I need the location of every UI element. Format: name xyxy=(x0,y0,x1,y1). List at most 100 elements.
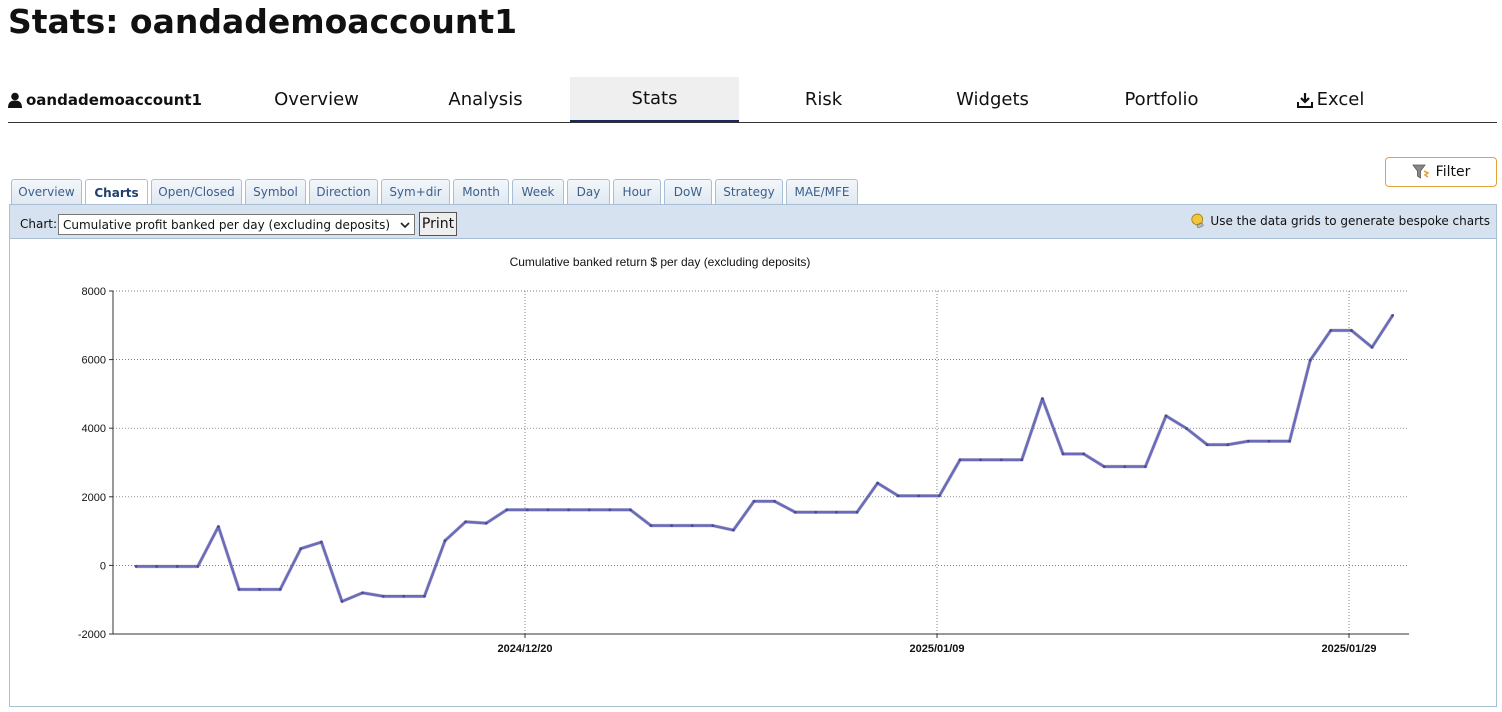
data-point xyxy=(464,520,467,524)
print-button[interactable]: Print xyxy=(419,212,457,236)
subtab-week-label: Week xyxy=(521,185,555,199)
data-point xyxy=(1164,414,1168,418)
subtab-sym-dir[interactable]: Sym+dir xyxy=(381,179,450,204)
bespoke-charts-hint: Use the data grids to generate bespoke c… xyxy=(1189,212,1490,230)
hint-text: Use the data grids to generate bespoke c… xyxy=(1210,214,1490,228)
subtab-open-closed-label: Open/Closed xyxy=(158,185,235,199)
y-tick-label: 4000 xyxy=(82,423,106,435)
data-point xyxy=(1391,313,1394,317)
nav-portfolio-label: Portfolio xyxy=(1124,89,1199,110)
data-point xyxy=(1185,427,1188,430)
data-point xyxy=(1226,443,1230,447)
data-point xyxy=(690,524,694,528)
filter-icon xyxy=(1411,164,1430,179)
data-point xyxy=(999,458,1003,462)
subtab-day-label: Day xyxy=(576,185,601,199)
data-point xyxy=(423,594,426,598)
subtab-overview[interactable]: Overview xyxy=(11,179,82,204)
print-label: Print xyxy=(421,216,455,232)
data-point xyxy=(896,494,900,498)
data-point xyxy=(793,510,797,514)
x-tick-label: 2025/01/09 xyxy=(909,643,964,655)
subtab-strategy-label: Strategy xyxy=(723,185,775,199)
chart-type-select[interactable]: Cumulative profit banked per day (exclud… xyxy=(58,214,415,235)
data-point xyxy=(958,458,962,462)
data-point xyxy=(258,588,261,591)
subtab-day[interactable]: Day xyxy=(567,179,610,204)
page-title: Stats: oandademoaccount1 xyxy=(8,2,518,41)
data-point xyxy=(835,510,838,514)
subtab-symbol[interactable]: Symbol xyxy=(245,179,306,204)
download-icon xyxy=(1296,92,1313,108)
data-point xyxy=(1329,329,1333,332)
nav-widgets-label: Widgets xyxy=(956,89,1029,110)
data-point xyxy=(484,521,488,525)
series-shadow xyxy=(136,314,1395,604)
subtab-direction[interactable]: Direction xyxy=(309,179,378,204)
data-point xyxy=(1061,452,1065,456)
data-point xyxy=(711,524,715,528)
data-point xyxy=(938,494,941,498)
data-point xyxy=(381,594,385,598)
data-point xyxy=(526,508,529,512)
data-point xyxy=(1267,439,1271,443)
subtab-hour[interactable]: Hour xyxy=(613,179,661,204)
subtab-charts-label: Charts xyxy=(94,185,139,200)
data-point xyxy=(649,524,653,528)
data-point xyxy=(320,540,323,544)
subtab-open-closed[interactable]: Open/Closed xyxy=(151,179,242,204)
lightbulb-icon xyxy=(1191,213,1204,229)
nav-overview[interactable]: Overview xyxy=(232,77,401,122)
subtab-week[interactable]: Week xyxy=(512,179,564,204)
data-point xyxy=(1288,439,1291,443)
data-point xyxy=(608,508,612,512)
data-point xyxy=(546,508,550,512)
nav-stats[interactable]: Stats xyxy=(570,77,739,122)
nav-analysis-label: Analysis xyxy=(448,89,523,110)
nav-risk[interactable]: Risk xyxy=(739,77,908,122)
y-tick-label: 8000 xyxy=(82,286,106,298)
data-point xyxy=(155,565,159,568)
nav-analysis[interactable]: Analysis xyxy=(401,77,570,122)
nav-widgets[interactable]: Widgets xyxy=(908,77,1077,122)
data-point xyxy=(340,600,344,603)
data-point xyxy=(1144,465,1147,469)
data-point xyxy=(402,594,406,598)
chart-panel: Chart: Cumulative profit banked per day … xyxy=(9,204,1497,707)
data-point xyxy=(855,510,859,514)
data-point xyxy=(1102,465,1106,469)
subtab-mae-mfe-label: MAE/MFE xyxy=(794,185,850,199)
filter-button[interactable]: Filter xyxy=(1385,157,1497,187)
data-point xyxy=(979,458,982,462)
subtab-direction-label: Direction xyxy=(316,185,371,199)
data-point xyxy=(1370,345,1374,349)
data-point xyxy=(629,508,632,512)
subtab-mae-mfe[interactable]: MAE/MFE xyxy=(786,179,858,204)
nav-stats-label: Stats xyxy=(631,88,678,109)
subtab-strategy[interactable]: Strategy xyxy=(715,179,783,204)
x-tick-label: 2025/01/29 xyxy=(1321,643,1376,655)
data-point xyxy=(752,499,756,503)
data-point xyxy=(1123,465,1127,469)
cumulative-return-chart: Cumulative banked return $ per day (excl… xyxy=(78,255,1409,655)
main-nav: oandademoaccount1 Overview Analysis Stat… xyxy=(8,77,1497,123)
nav-portfolio[interactable]: Portfolio xyxy=(1077,77,1246,122)
chart-toolbar: Chart: Cumulative profit banked per day … xyxy=(10,205,1496,239)
data-point xyxy=(917,494,921,498)
data-point xyxy=(237,588,241,591)
data-point xyxy=(1041,397,1044,401)
data-point xyxy=(1247,439,1250,443)
subtab-month[interactable]: Month xyxy=(453,179,509,204)
nav-excel[interactable]: Excel xyxy=(1246,77,1415,122)
chart-select-value: Cumulative profit banked per day (exclud… xyxy=(63,217,391,232)
nav-excel-label: Excel xyxy=(1316,89,1365,110)
data-point xyxy=(278,588,282,591)
data-point xyxy=(1350,329,1353,332)
subtab-symbol-label: Symbol xyxy=(253,185,298,199)
subtab-dow[interactable]: DoW xyxy=(664,179,712,204)
data-point xyxy=(732,528,735,532)
y-tick-label: -2000 xyxy=(78,629,106,641)
subtab-charts[interactable]: Charts xyxy=(85,179,148,205)
plot-frame xyxy=(113,291,1409,634)
data-point xyxy=(505,508,509,512)
